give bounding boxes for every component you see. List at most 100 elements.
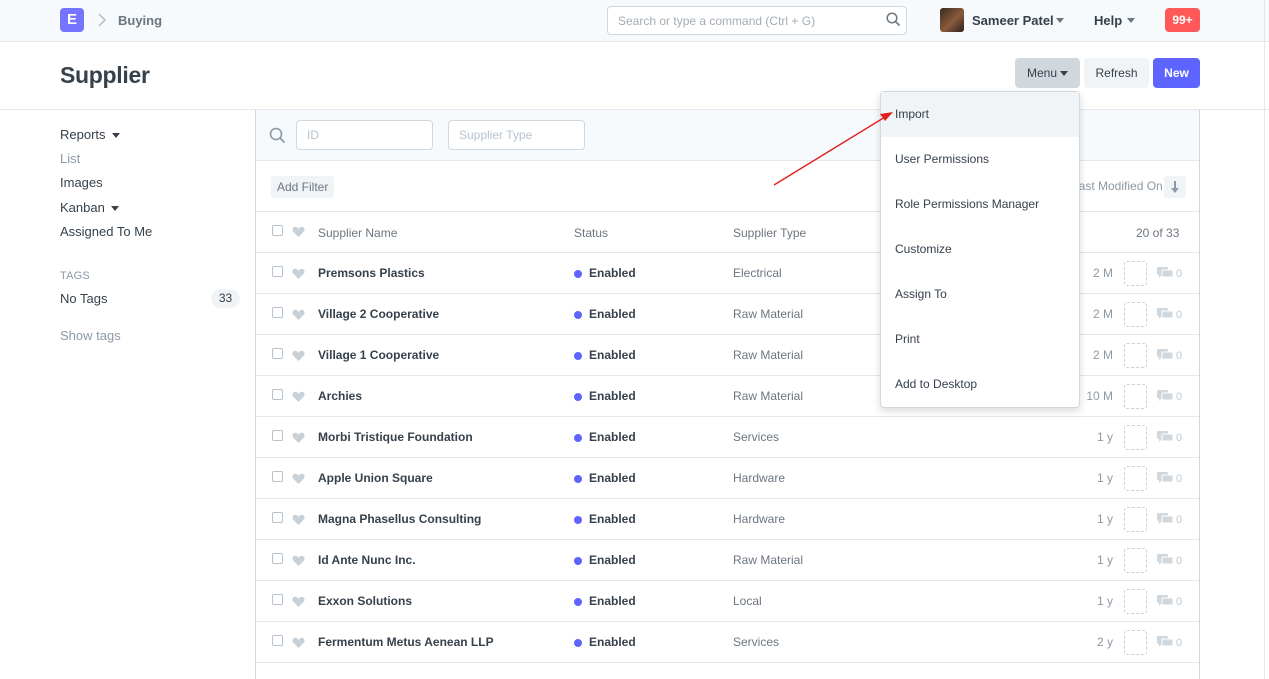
status-indicator[interactable]: Enabled bbox=[589, 348, 636, 362]
status-indicator[interactable]: Enabled bbox=[589, 594, 636, 608]
avatar[interactable] bbox=[940, 8, 964, 32]
id-filter-input[interactable] bbox=[296, 120, 433, 150]
table-row[interactable]: Magna Phasellus Consulting Enabled Hardwar… bbox=[256, 499, 1199, 540]
supplier-type-cell[interactable]: Hardware bbox=[733, 512, 785, 526]
supplier-type-cell[interactable]: Raw Material bbox=[733, 553, 803, 567]
sort-order-button[interactable] bbox=[1164, 176, 1186, 198]
supplier-name-link[interactable]: Morbi Tristique Foundation bbox=[318, 430, 473, 444]
menu-item-role-permissions-manager[interactable]: Role Permissions Manager bbox=[881, 182, 1079, 227]
sidebar-item-list[interactable]: List bbox=[60, 151, 80, 166]
assign-avatar-placeholder[interactable] bbox=[1124, 589, 1147, 614]
heart-icon[interactable] bbox=[292, 637, 305, 649]
sidebar-item-kanban[interactable]: Kanban bbox=[60, 200, 120, 215]
heart-icon[interactable] bbox=[292, 596, 305, 608]
table-row[interactable]: Exxon Solutions Enabled Local 1 y 0 bbox=[256, 581, 1199, 622]
notification-badge[interactable]: 99+ bbox=[1165, 8, 1200, 32]
menu-item-assign-to[interactable]: Assign To bbox=[881, 272, 1079, 317]
heart-icon[interactable] bbox=[292, 391, 305, 403]
assign-avatar-placeholder[interactable] bbox=[1124, 466, 1147, 491]
select-all-checkbox[interactable] bbox=[272, 225, 283, 236]
supplier-name-link[interactable]: Exxon Solutions bbox=[318, 594, 412, 608]
supplier-type-filter-input[interactable] bbox=[448, 120, 585, 150]
menu-item-add-to-desktop[interactable]: Add to Desktop bbox=[881, 362, 1079, 407]
status-indicator[interactable]: Enabled bbox=[589, 512, 636, 526]
heart-icon[interactable] bbox=[292, 350, 305, 362]
app-logo[interactable]: E bbox=[60, 8, 84, 32]
row-checkbox[interactable] bbox=[272, 307, 283, 318]
assign-avatar-placeholder[interactable] bbox=[1124, 630, 1147, 655]
supplier-type-cell[interactable]: Raw Material bbox=[733, 307, 803, 321]
supplier-type-cell[interactable]: Local bbox=[733, 594, 762, 608]
supplier-name-link[interactable]: Premsons Plastics bbox=[318, 266, 425, 280]
show-tags-link[interactable]: Show tags bbox=[60, 328, 121, 343]
heart-icon[interactable] bbox=[292, 432, 305, 444]
breadcrumb-buying[interactable]: Buying bbox=[118, 13, 162, 28]
heart-icon[interactable] bbox=[292, 555, 305, 567]
assign-avatar-placeholder[interactable] bbox=[1124, 261, 1147, 286]
row-checkbox[interactable] bbox=[272, 553, 283, 564]
table-row[interactable]: Morbi Tristique Foundation Enabled Service… bbox=[256, 417, 1199, 458]
sidebar-item-no-tags[interactable]: No Tags bbox=[60, 291, 107, 306]
user-menu[interactable]: Sameer Patel bbox=[972, 13, 1054, 28]
supplier-type-cell[interactable]: Raw Material bbox=[733, 389, 803, 403]
row-checkbox[interactable] bbox=[272, 389, 283, 400]
status-indicator[interactable]: Enabled bbox=[589, 430, 636, 444]
supplier-name-link[interactable]: Id Ante Nunc Inc. bbox=[318, 553, 416, 567]
sidebar-item-assigned-to-me[interactable]: Assigned To Me bbox=[60, 224, 152, 239]
menu-item-print[interactable]: Print bbox=[881, 317, 1079, 362]
menu-item-customize[interactable]: Customize bbox=[881, 227, 1079, 272]
sidebar-item-reports[interactable]: Reports bbox=[60, 127, 121, 142]
supplier-name-link[interactable]: Archies bbox=[318, 389, 362, 403]
supplier-type-cell[interactable]: Services bbox=[733, 635, 779, 649]
supplier-name-link[interactable]: Fermentum Metus Aenean LLP bbox=[318, 635, 494, 649]
status-indicator[interactable]: Enabled bbox=[589, 553, 636, 567]
supplier-type-cell[interactable]: Electrical bbox=[733, 266, 782, 280]
supplier-type-cell[interactable]: Hardware bbox=[733, 471, 785, 485]
supplier-type-cell[interactable]: Services bbox=[733, 430, 779, 444]
menu-item-import[interactable]: Import bbox=[881, 92, 1079, 137]
assign-avatar-placeholder[interactable] bbox=[1124, 548, 1147, 573]
supplier-name-link[interactable]: Apple Union Square bbox=[318, 471, 433, 485]
assign-avatar-placeholder[interactable] bbox=[1124, 507, 1147, 532]
status-indicator[interactable]: Enabled bbox=[589, 635, 636, 649]
supplier-name-link[interactable]: Village 2 Cooperative bbox=[318, 307, 439, 321]
heart-icon[interactable] bbox=[292, 514, 305, 526]
table-row[interactable]: Fermentum Metus Aenean LLP Enabled Service… bbox=[256, 622, 1199, 663]
row-checkbox[interactable] bbox=[272, 471, 283, 482]
menu-button[interactable]: Menu bbox=[1015, 58, 1080, 88]
menu-item-user-permissions[interactable]: User Permissions bbox=[881, 137, 1079, 182]
heart-icon[interactable] bbox=[292, 309, 305, 321]
table-row[interactable]: Apple Union Square Enabled Hardware 1 y 0 bbox=[256, 458, 1199, 499]
row-checkbox[interactable] bbox=[272, 512, 283, 523]
row-checkbox[interactable] bbox=[272, 430, 283, 441]
sort-selector[interactable]: Last Modified On bbox=[1072, 179, 1163, 193]
row-checkbox[interactable] bbox=[272, 635, 283, 646]
assign-avatar-placeholder[interactable] bbox=[1124, 384, 1147, 409]
add-filter-button[interactable]: Add Filter bbox=[271, 176, 335, 198]
row-checkbox[interactable] bbox=[272, 348, 283, 359]
supplier-name-link[interactable]: Magna Phasellus Consulting bbox=[318, 512, 481, 526]
supplier-type-cell[interactable]: Raw Material bbox=[733, 348, 803, 362]
search-input[interactable] bbox=[607, 6, 907, 35]
row-checkbox[interactable] bbox=[272, 266, 283, 277]
assign-avatar-placeholder[interactable] bbox=[1124, 425, 1147, 450]
table-row[interactable]: Id Ante Nunc Inc. Enabled Raw Material 1 y 0 bbox=[256, 540, 1199, 581]
assign-avatar-placeholder[interactable] bbox=[1124, 302, 1147, 327]
heart-icon[interactable] bbox=[292, 473, 305, 485]
column-status[interactable]: Status bbox=[574, 226, 608, 240]
column-supplier-name[interactable]: Supplier Name bbox=[318, 226, 397, 240]
status-indicator[interactable]: Enabled bbox=[589, 471, 636, 485]
heart-icon[interactable] bbox=[292, 268, 305, 280]
refresh-button[interactable]: Refresh bbox=[1084, 58, 1149, 88]
help-menu[interactable]: Help bbox=[1094, 13, 1122, 28]
assign-avatar-placeholder[interactable] bbox=[1124, 343, 1147, 368]
row-checkbox[interactable] bbox=[272, 594, 283, 605]
status-indicator[interactable]: Enabled bbox=[589, 389, 636, 403]
new-button[interactable]: New bbox=[1153, 58, 1200, 88]
column-supplier-type[interactable]: Supplier Type bbox=[733, 226, 806, 240]
status-indicator[interactable]: Enabled bbox=[589, 266, 636, 280]
supplier-name-link[interactable]: Village 1 Cooperative bbox=[318, 348, 439, 362]
status-indicator[interactable]: Enabled bbox=[589, 307, 636, 321]
heart-icon[interactable] bbox=[292, 226, 305, 238]
sidebar-item-images[interactable]: Images bbox=[60, 175, 103, 190]
